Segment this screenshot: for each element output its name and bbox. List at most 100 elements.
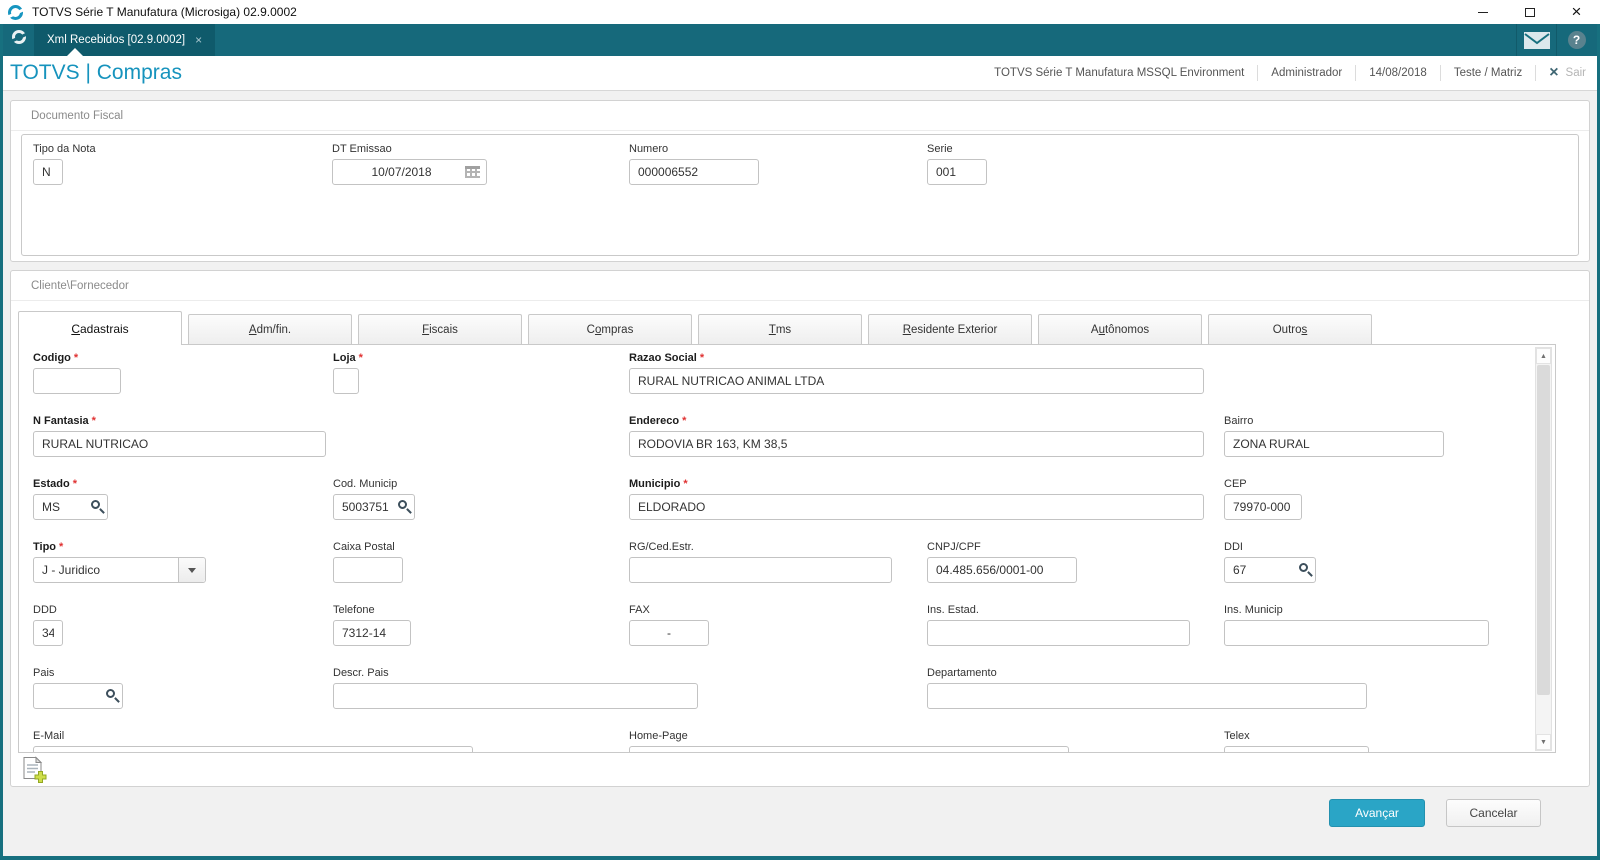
search-icon[interactable] [398, 500, 407, 509]
cancelar-button[interactable]: Cancelar [1446, 799, 1541, 827]
input-wrap [629, 431, 1204, 457]
tipo-da-nota-input[interactable] [33, 159, 63, 185]
tab-label: Fiscais [422, 323, 458, 336]
endereco-input[interactable] [629, 431, 1204, 457]
field-numero: Numero [629, 143, 759, 185]
field-label-rg-ced-estr: RG/Ced.Estr. [629, 541, 892, 555]
field-label-telex: Telex [1224, 730, 1369, 744]
maximize-icon [1524, 7, 1535, 17]
field-label-tipo: Tipo * [33, 541, 206, 555]
tipo-select[interactable]: J - Juridico [33, 557, 206, 583]
maximize-button[interactable] [1506, 0, 1553, 24]
telex-input[interactable] [1224, 746, 1369, 752]
field-label-bairro: Bairro [1224, 415, 1444, 429]
n-fantasia-input[interactable] [33, 431, 326, 457]
minimize-button[interactable] [1459, 0, 1506, 24]
field-codigo: Codigo * [33, 352, 121, 394]
tab-outros[interactable]: Outros [1208, 314, 1372, 344]
tab-compras[interactable]: Compras [528, 314, 692, 344]
cep-input[interactable] [1224, 494, 1302, 520]
search-icon[interactable] [1299, 563, 1308, 572]
ins-municip-input[interactable] [1224, 620, 1489, 646]
field-cnpj-cpf: CNPJ/CPF [927, 541, 1077, 583]
exit-label[interactable]: Sair [1566, 67, 1586, 79]
ddd-input[interactable] [33, 620, 63, 646]
tab-label: Outros [1272, 323, 1308, 336]
cnpj-cpf-input[interactable] [927, 557, 1077, 583]
field-dt-emissao: DT Emissao [332, 143, 487, 185]
input-wrap [33, 746, 473, 752]
workspace-bar: Xml Recebidos [02.9.0002] × [0, 24, 1600, 56]
field-label-n-fantasia: N Fantasia * [33, 415, 326, 429]
input-wrap [629, 494, 1204, 520]
field-label-text: Telex [1224, 730, 1250, 742]
tab-xml-recebidos[interactable]: Xml Recebidos [02.9.0002] × [34, 24, 216, 56]
descr-pais-input[interactable] [333, 683, 698, 709]
field-e-mail: E-Mail [33, 730, 473, 752]
caixa-postal-input[interactable] [333, 557, 403, 583]
branch-label[interactable]: Teste / Matriz [1454, 67, 1522, 79]
avancar-button[interactable]: Avançar [1329, 799, 1425, 827]
input-wrap [333, 557, 403, 583]
rg-ced-estr-input[interactable] [629, 557, 892, 583]
field-label-text: Bairro [1224, 415, 1254, 427]
calendar-icon[interactable] [465, 166, 480, 178]
fax-input[interactable] [629, 620, 709, 646]
bairro-input[interactable] [1224, 431, 1444, 457]
scrollbar-thumb[interactable] [1537, 365, 1550, 695]
field-label-text: DT Emissao [332, 143, 392, 155]
field-label-text: N Fantasia [33, 415, 89, 427]
municipio-input[interactable] [629, 494, 1204, 520]
search-icon[interactable] [106, 689, 115, 698]
user-label[interactable]: Administrador [1271, 67, 1342, 79]
session-info: TOTVS Série T Manufatura MSSQL Environme… [994, 64, 1586, 82]
field-serie: Serie [927, 143, 987, 185]
field-label-razao-social: Razao Social * [629, 352, 1204, 366]
tab-cadastrais[interactable]: Cadastrais [18, 311, 182, 345]
tab-close-icon[interactable]: × [195, 33, 202, 47]
loja-input[interactable] [333, 368, 359, 394]
input-wrap [332, 159, 487, 185]
vertical-scrollbar[interactable] [1535, 347, 1552, 751]
field-label-text: Departamento [927, 667, 997, 679]
field-label-endereco: Endereco * [629, 415, 1204, 429]
tab-residente-exterior[interactable]: Residente Exterior [868, 314, 1032, 344]
mail-button[interactable] [1516, 24, 1556, 56]
codigo-input[interactable] [33, 368, 121, 394]
dt-emissao-input[interactable] [332, 159, 487, 185]
scroll-down-icon[interactable] [1536, 734, 1551, 750]
documento-fiscal-fields: Tipo da Nota DT Emissao Numero Serie [21, 134, 1579, 256]
tab-fiscais[interactable]: Fiscais [358, 314, 522, 344]
divider [1355, 65, 1357, 81]
tab-adm-fin[interactable]: Adm/fin. [188, 314, 352, 344]
telefone-input[interactable] [333, 620, 411, 646]
field-label-ddd: DDD [33, 604, 63, 618]
totvs-ring-icon[interactable] [9, 30, 29, 50]
required-asterisk: * [699, 352, 705, 364]
serie-input[interactable] [927, 159, 987, 185]
search-icon[interactable] [91, 500, 100, 509]
field-label-text: Ins. Municip [1224, 604, 1283, 616]
tab-tms[interactable]: Tms [698, 314, 862, 344]
departamento-input[interactable] [927, 683, 1367, 709]
field-razao-social: Razao Social * [629, 352, 1204, 394]
razao-social-input[interactable] [629, 368, 1204, 394]
tab-aut-nomos[interactable]: Autônomos [1038, 314, 1202, 344]
minimize-icon [1477, 11, 1488, 13]
help-button[interactable] [1556, 24, 1596, 56]
numero-input[interactable] [629, 159, 759, 185]
ins-estad-input[interactable] [927, 620, 1190, 646]
input-wrap [1224, 620, 1489, 646]
chevron-down-icon[interactable] [178, 558, 205, 582]
field-label-text: Serie [927, 143, 953, 155]
close-button[interactable] [1553, 0, 1600, 24]
field-label-codigo: Codigo * [33, 352, 121, 366]
scroll-up-icon[interactable] [1536, 348, 1551, 364]
e-mail-input[interactable] [33, 746, 473, 752]
home-page-input[interactable] [629, 746, 1069, 752]
exit-close-icon[interactable] [1549, 64, 1558, 82]
field-label-cnpj-cpf: CNPJ/CPF [927, 541, 1077, 555]
field-municipio: Municipio * [629, 478, 1204, 520]
required-asterisk: * [91, 415, 96, 427]
add-document-icon[interactable] [21, 756, 49, 783]
